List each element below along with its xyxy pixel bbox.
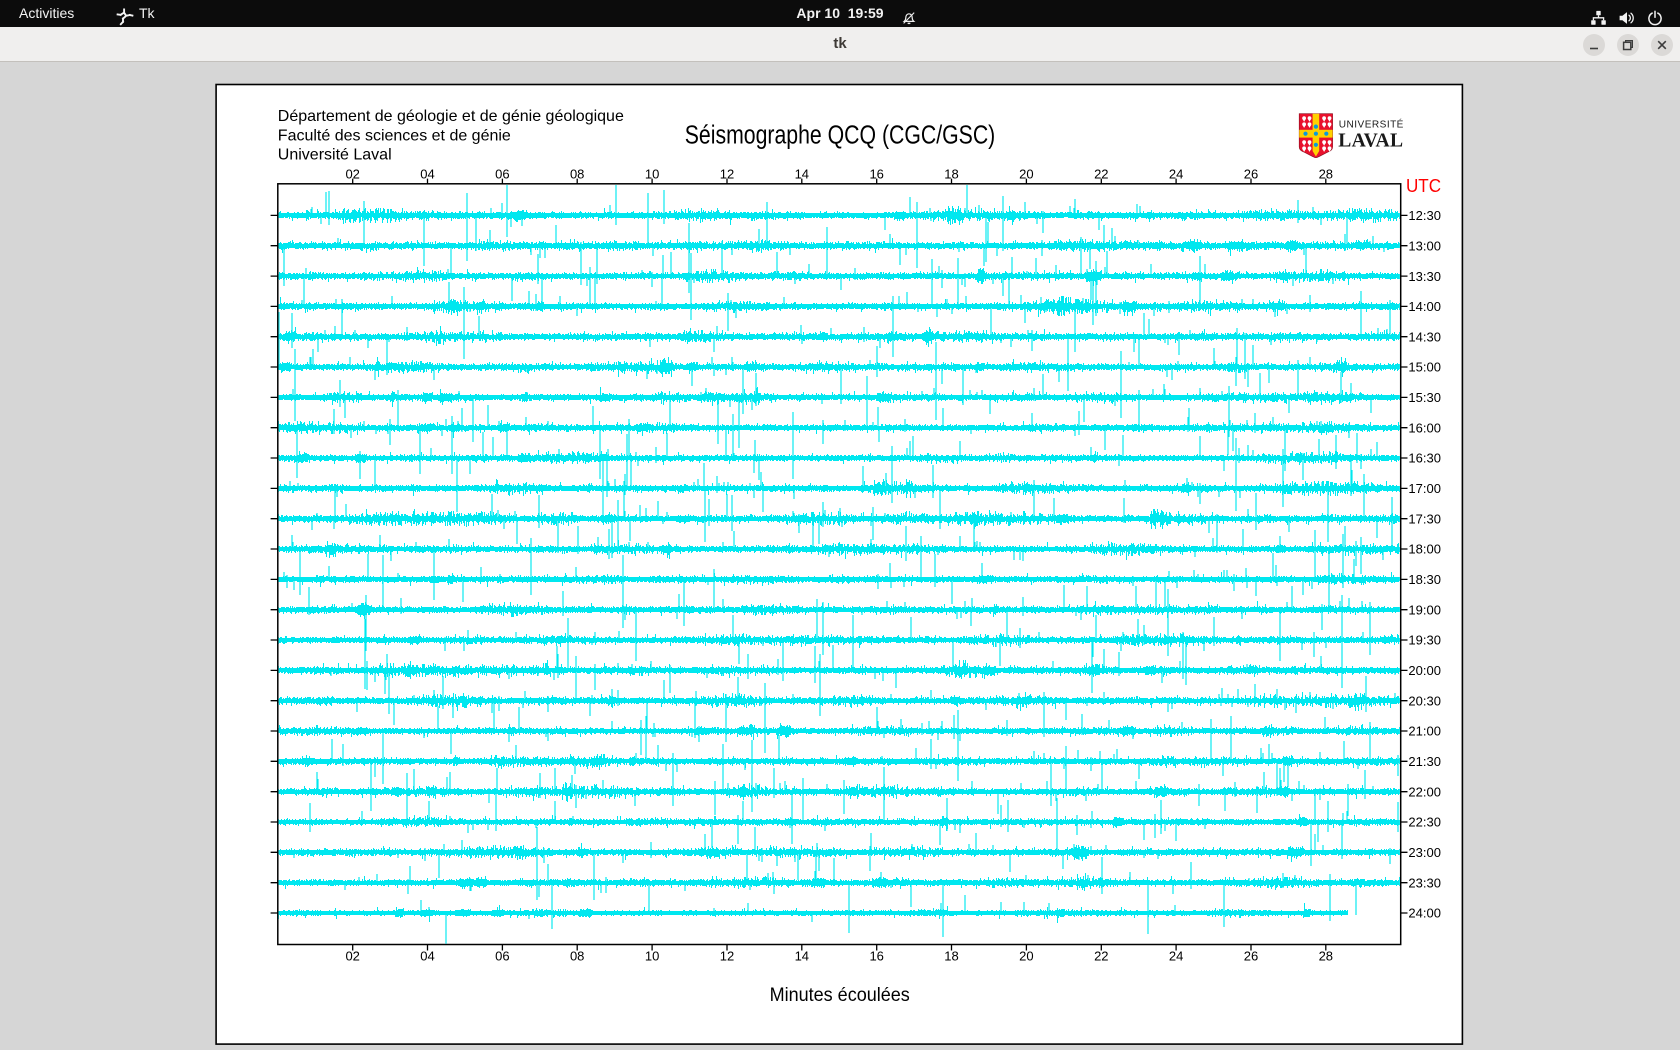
svg-text:13:00: 13:00 <box>1408 238 1441 253</box>
svg-text:17:00: 17:00 <box>1408 481 1441 496</box>
svg-text:02: 02 <box>345 948 359 963</box>
svg-text:15:30: 15:30 <box>1408 390 1441 405</box>
svg-text:18:00: 18:00 <box>1408 542 1441 557</box>
svg-text:24:00: 24:00 <box>1408 906 1441 921</box>
svg-text:15:00: 15:00 <box>1408 360 1441 375</box>
svg-text:24: 24 <box>1169 948 1183 963</box>
svg-text:LAVAL: LAVAL <box>1338 131 1403 152</box>
svg-text:23:30: 23:30 <box>1408 875 1441 890</box>
svg-text:12: 12 <box>720 948 734 963</box>
svg-text:26: 26 <box>1244 948 1258 963</box>
svg-text:UNIVERSITÉ: UNIVERSITÉ <box>1339 117 1404 130</box>
svg-text:19:00: 19:00 <box>1408 602 1441 617</box>
svg-text:18:30: 18:30 <box>1408 572 1441 587</box>
svg-text:22:30: 22:30 <box>1408 815 1441 830</box>
svg-text:14:00: 14:00 <box>1408 299 1441 314</box>
svg-text:16:30: 16:30 <box>1408 451 1441 466</box>
svg-text:20:30: 20:30 <box>1408 693 1441 708</box>
svg-text:12:30: 12:30 <box>1408 208 1441 223</box>
svg-text:20: 20 <box>1019 948 1033 963</box>
svg-text:17:30: 17:30 <box>1408 511 1441 526</box>
svg-text:14: 14 <box>795 948 809 963</box>
svg-text:04: 04 <box>420 948 434 963</box>
svg-text:23:00: 23:00 <box>1408 845 1441 860</box>
svg-text:21:00: 21:00 <box>1408 724 1441 739</box>
svg-text:14:30: 14:30 <box>1408 329 1441 344</box>
svg-text:UTC: UTC <box>1406 176 1441 196</box>
svg-text:19:30: 19:30 <box>1408 633 1441 648</box>
svg-text:22: 22 <box>1094 948 1108 963</box>
svg-text:16:00: 16:00 <box>1408 420 1441 435</box>
svg-text:18: 18 <box>944 948 958 963</box>
svg-text:10: 10 <box>645 948 659 963</box>
svg-text:22:00: 22:00 <box>1408 784 1441 799</box>
svg-text:06: 06 <box>495 948 509 963</box>
svg-text:16: 16 <box>869 948 883 963</box>
svg-text:08: 08 <box>570 948 584 963</box>
svg-text:13:30: 13:30 <box>1408 269 1441 284</box>
svg-text:Département de géologie et de: Département de géologie et de génie géol… <box>278 108 624 125</box>
svg-text:20:00: 20:00 <box>1408 663 1441 678</box>
svg-text:Faculté des sciences et de gén: Faculté des sciences et de génie <box>278 127 511 144</box>
svg-text:28: 28 <box>1319 948 1333 963</box>
svg-text:Minutes écoulées: Minutes écoulées <box>770 984 910 1006</box>
svg-text:Université Laval: Université Laval <box>278 147 392 164</box>
svg-text:Séismographe QCQ (CGC/GSC): Séismographe QCQ (CGC/GSC) <box>685 122 996 150</box>
svg-text:21:30: 21:30 <box>1408 754 1441 769</box>
